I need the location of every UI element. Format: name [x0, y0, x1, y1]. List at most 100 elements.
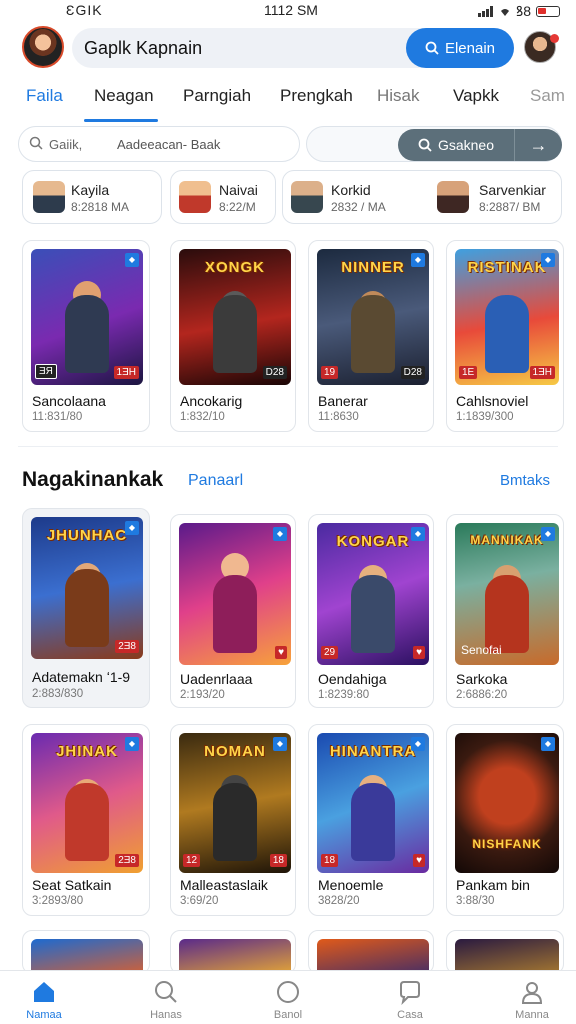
- character-figure: [65, 783, 109, 861]
- person-card[interactable]: Korkid 2832 / MA Sarvenkiar 8:2887/ BM: [282, 170, 562, 224]
- game-artwork: JHINAK ◆ 2Ǝ8: [31, 733, 143, 873]
- game-artwork: ◆ ƎЯ 1ƎH: [31, 249, 143, 385]
- rating-badge: 1E: [459, 366, 478, 379]
- nav-search[interactable]: Hanas: [126, 979, 206, 1021]
- clock: 1112 ЅM: [264, 2, 318, 18]
- character-figure: [213, 783, 257, 861]
- arrow-right-button[interactable]: →: [514, 129, 562, 161]
- person-card[interactable]: Kayila 8:2818 MA: [22, 170, 162, 224]
- person-name: Naivai: [219, 182, 258, 198]
- person-avatar: [33, 181, 65, 213]
- platform-icon: ◆: [541, 527, 555, 541]
- tab-neagan[interactable]: Neagan: [94, 86, 154, 106]
- signal-icon: [477, 6, 493, 17]
- nav-label: Casa: [397, 1009, 423, 1021]
- tab-sam[interactable]: Sam: [530, 86, 565, 106]
- active-tab-indicator: [84, 119, 158, 122]
- filter-value: Aadeeacan- Baak: [117, 137, 221, 152]
- character-figure: [351, 575, 395, 653]
- arrow-right-icon: →: [529, 134, 548, 155]
- game-title: Banerar: [318, 393, 368, 409]
- game-artwork: KONGAR ◆ 29 ♥: [317, 523, 429, 665]
- section-link[interactable]: Panaarl: [188, 472, 243, 490]
- game-artwork: [179, 939, 291, 973]
- character-figure: [485, 295, 529, 373]
- platform-icon: ◆: [125, 253, 139, 267]
- favorite-badge: ♥: [275, 646, 287, 659]
- search-query[interactable]: Gaplk Kapnain: [84, 38, 202, 59]
- platform-icon: ◆: [541, 737, 555, 751]
- game-artwork: NOMAN ◆ 12 18: [179, 733, 291, 873]
- category-tabs: Faila Neagan Parngiah Prengkah Hisak Vap…: [0, 86, 576, 122]
- search-icon: [29, 136, 43, 150]
- tab-faila[interactable]: Faila: [26, 86, 63, 106]
- tab-parngiah[interactable]: Parngiah: [183, 86, 251, 106]
- wifi-icon: [500, 9, 509, 16]
- game-artwork: NISHFANK ◆: [455, 733, 559, 873]
- game-card[interactable]: KONGAR ◆ 29 ♥ Oendahiga 1:8239:80: [308, 514, 434, 708]
- game-card[interactable]: MANNIKAK Senofai ◆ Sarkoka 2:6886:20: [446, 514, 564, 708]
- featured-game-card[interactable]: RISTINAK ◆ 1E 1ƎH Cahlsnoviel 1:1839/300: [446, 240, 564, 432]
- game-card[interactable]: HINANTRA ◆ 18 ♥ Menoemle 3828/20: [308, 724, 434, 916]
- notification-dot: [550, 34, 559, 43]
- game-card[interactable]: ◆ ♥ Uadenrlaaa 2:193/20: [170, 514, 296, 708]
- game-card[interactable]: JHINAK ◆ 2Ǝ8 Seat Satkain 3:2893/80: [22, 724, 150, 916]
- person-avatar: [179, 181, 211, 213]
- platform-icon: ◆: [411, 527, 425, 541]
- featured-game-card[interactable]: NINNER ◆ 19 D28 Banerar 11:8630: [308, 240, 434, 432]
- game-logo-text: NISHFANK: [472, 837, 542, 851]
- game-meta: 1:8239:80: [318, 689, 370, 701]
- nav-profile[interactable]: Manna: [492, 979, 572, 1021]
- featured-game-card[interactable]: XONGK D28 Ancokarig 1:832/10: [170, 240, 296, 432]
- carrier-label: ƐGIΚ: [66, 2, 103, 18]
- tab-hisak[interactable]: Hisak: [377, 86, 420, 106]
- filter-search-button[interactable]: Gsakneo: [398, 129, 514, 161]
- filter-input[interactable]: Gaiik, Aadeeacan- Baak: [18, 126, 300, 162]
- price-badge: 2Ǝ8: [115, 640, 139, 653]
- profile-avatar[interactable]: [524, 31, 559, 63]
- price-badge: D28: [262, 366, 287, 379]
- price-badge: D28: [400, 366, 425, 379]
- game-title: Ancokarig: [180, 393, 243, 409]
- game-title: Menoemle: [318, 877, 384, 893]
- see-all-link[interactable]: Bmtaks: [500, 472, 550, 489]
- search-icon: [418, 138, 432, 152]
- game-card[interactable]: [170, 930, 296, 974]
- character-figure: [485, 575, 529, 653]
- game-logo-text: XONGK: [204, 259, 265, 276]
- nav-label: Banol: [273, 1009, 303, 1021]
- platform-icon: ◆: [411, 737, 425, 751]
- nav-chat[interactable]: Casa: [370, 979, 450, 1021]
- user-avatar[interactable]: [22, 26, 64, 68]
- platform-icon: ◆: [125, 521, 139, 535]
- game-card[interactable]: [308, 930, 434, 974]
- game-card[interactable]: [22, 930, 150, 974]
- battery-icon: [536, 6, 560, 17]
- filter-button-label: Gsakneo: [437, 137, 495, 153]
- game-artwork: NINNER ◆ 19 D28: [317, 249, 429, 385]
- nav-home[interactable]: Namaa: [4, 979, 84, 1021]
- price-badge: 18: [269, 854, 287, 867]
- filter-placeholder: Gaiik,: [49, 137, 83, 152]
- game-card[interactable]: JHUNHAC ◆ 2Ǝ8 Adatemakn ʻ1-9 2:883/830: [22, 508, 150, 708]
- featured-game-card[interactable]: ◆ ƎЯ 1ƎH Sancolaana 11:831/80: [22, 240, 150, 432]
- character-figure: [351, 295, 395, 373]
- price-badge: 1ƎH: [113, 366, 139, 379]
- game-overlay-text: Senofai: [461, 643, 502, 657]
- battery-label: ꝸ8: [515, 3, 531, 19]
- tab-prengkah[interactable]: Prengkah: [280, 86, 353, 106]
- search-button[interactable]: Elenain: [406, 28, 514, 68]
- game-card[interactable]: NISHFANK ◆ Pankam bin 3:88/30: [446, 724, 564, 916]
- game-meta: 1:1839/300: [456, 411, 514, 423]
- nav-activity[interactable]: Banol: [248, 979, 328, 1021]
- game-artwork: RISTINAK ◆ 1E 1ƎH: [455, 249, 559, 385]
- game-artwork: HINANTRA ◆ 18 ♥: [317, 733, 429, 873]
- platform-icon: ◆: [273, 737, 287, 751]
- circle-icon: [277, 981, 299, 1003]
- tab-vapkk[interactable]: Vapkk: [453, 86, 499, 106]
- nav-label: Manna: [515, 1009, 549, 1021]
- game-card[interactable]: [446, 930, 564, 974]
- person-card[interactable]: Naivai 8:22/M: [170, 170, 276, 224]
- game-title: Malleastaslaik: [180, 877, 268, 893]
- game-card[interactable]: NOMAN ◆ 12 18 Malleastaslaik 3:69/20: [170, 724, 296, 916]
